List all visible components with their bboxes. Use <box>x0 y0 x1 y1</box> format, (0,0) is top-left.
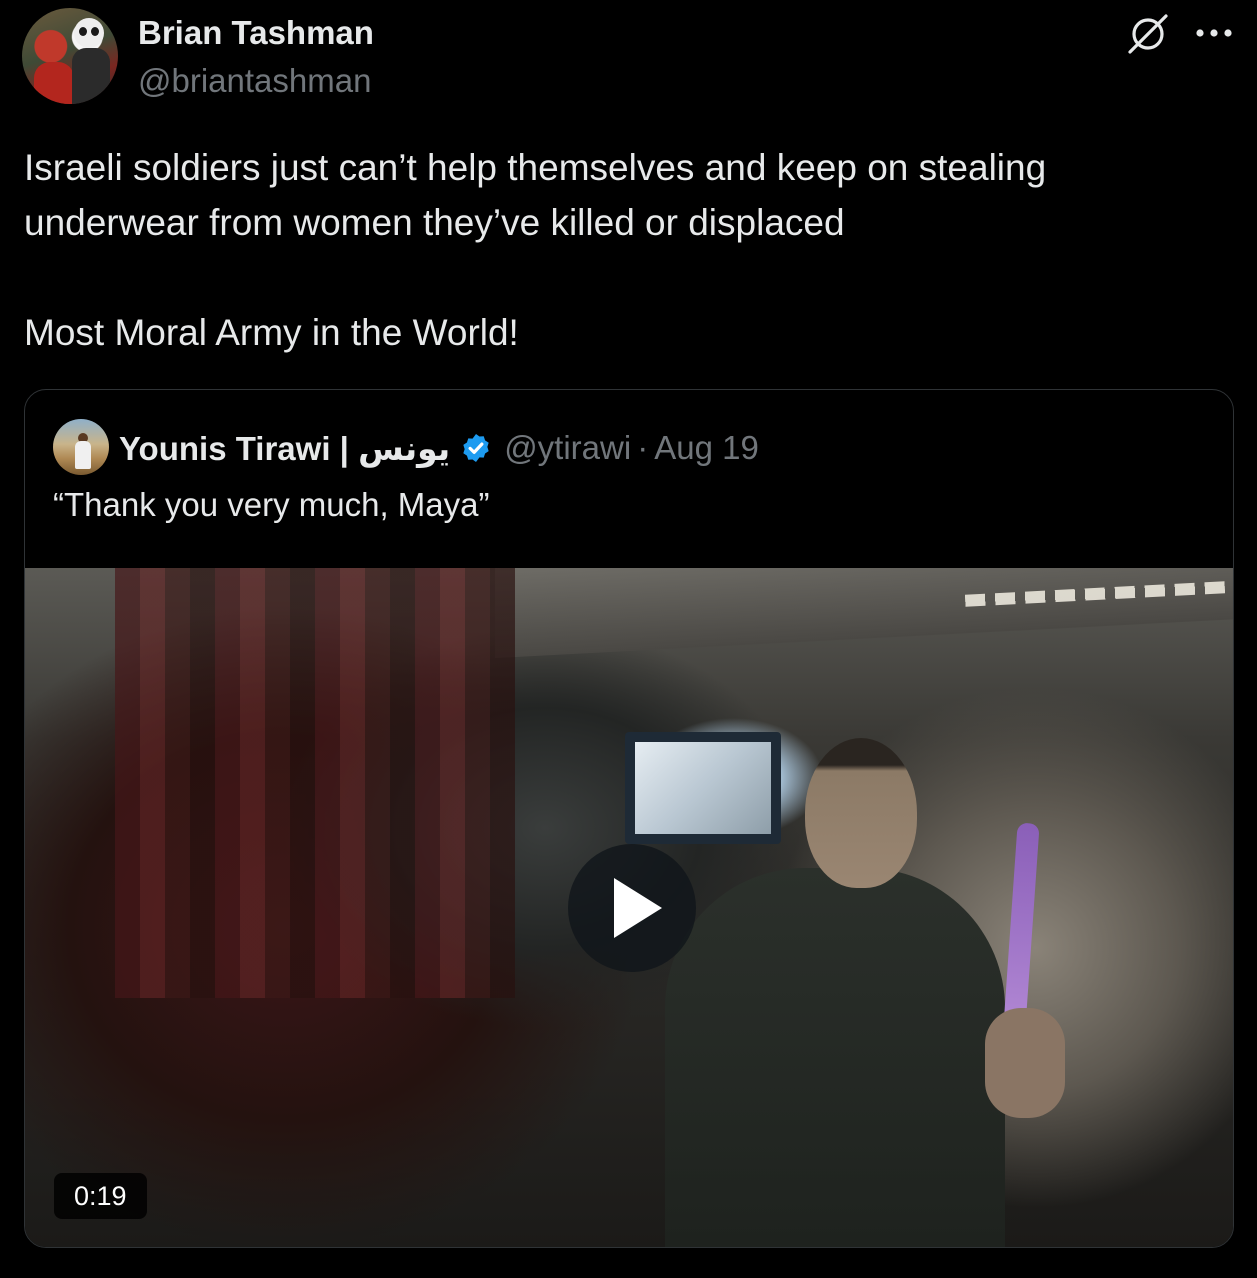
video-frame-pixelated-area <box>115 568 515 998</box>
quoted-tweet-card[interactable]: Younis Tirawi | يونس @ytirawi · Aug 19 “… <box>24 389 1234 1248</box>
author-avatar[interactable] <box>22 8 118 104</box>
quoted-author-avatar[interactable] <box>53 419 109 475</box>
quoted-tweet-header: Younis Tirawi | يونس @ytirawi · Aug 19 <box>119 426 759 470</box>
avatar-panda-body <box>72 48 110 104</box>
author-handle[interactable]: @briantashman <box>138 62 371 100</box>
more-options-icon[interactable] <box>1192 18 1236 48</box>
header-separator: · <box>637 429 649 466</box>
tweet-text: Israeli soldiers just can’t help themsel… <box>24 140 1234 360</box>
quoted-tweet-date[interactable]: Aug 19 <box>654 429 759 467</box>
tweet-text-line: underwear from women they’ve killed or d… <box>24 202 845 243</box>
play-icon <box>614 878 662 938</box>
play-button[interactable] <box>568 844 696 972</box>
avatar-figure <box>34 62 74 104</box>
tweet-text-line: Most Moral Army in the World! <box>24 312 519 353</box>
video-frame-hand <box>985 1008 1065 1118</box>
video-duration: 0:19 <box>54 1173 147 1219</box>
avatar-figure-body <box>75 441 91 469</box>
video-frame-person-head <box>805 738 917 888</box>
tweet-text-line: Israeli soldiers just can’t help themsel… <box>24 147 1047 188</box>
verified-badge-icon <box>463 434 489 462</box>
video-frame-ceiling <box>495 568 1233 658</box>
tweet-text-spacer <box>24 250 1234 305</box>
author-display-name[interactable]: Brian Tashman <box>138 14 374 52</box>
tweet[interactable]: Brian Tashman @briantashman Israeli sold… <box>0 0 1257 1278</box>
grok-icon[interactable] <box>1124 12 1172 56</box>
quoted-author-handle[interactable]: @ytirawi <box>504 429 631 467</box>
avatar-panda-head <box>74 18 104 48</box>
quoted-tweet-text: “Thank you very much, Maya” <box>53 486 490 523</box>
video-player[interactable]: 0:19 <box>25 568 1233 1247</box>
quoted-author-name[interactable]: Younis Tirawi | يونس <box>119 429 450 468</box>
video-frame-monitor <box>625 732 781 844</box>
video-frame-person <box>665 868 1005 1247</box>
